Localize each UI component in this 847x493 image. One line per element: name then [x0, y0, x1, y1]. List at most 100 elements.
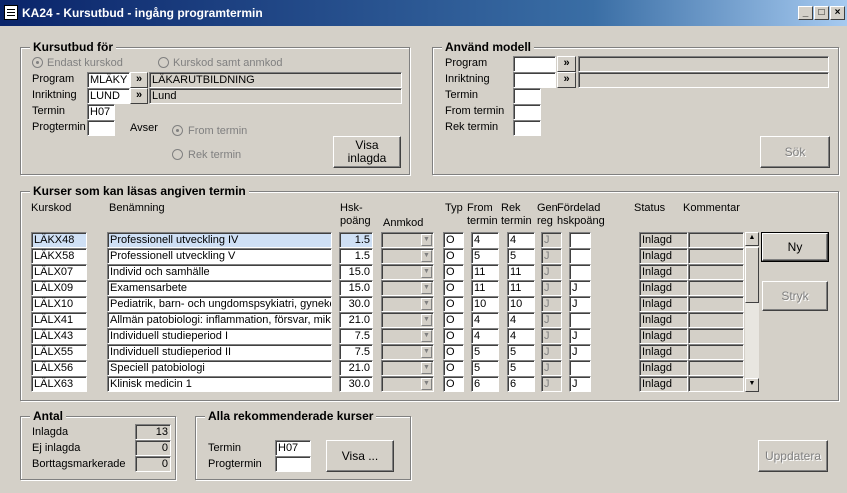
kurskod-cell[interactable]: LÄKX58 [31, 248, 87, 264]
benamning-cell[interactable]: Individ och samhälle [107, 264, 332, 280]
benamning-cell[interactable]: Speciell patobiologi [107, 360, 332, 376]
stryk-button[interactable]: Stryk [762, 281, 828, 311]
modell-program-code-field[interactable] [513, 56, 556, 72]
chevron-down-icon[interactable]: ▼ [421, 378, 432, 390]
kurskod-cell[interactable]: LÄLX10 [31, 296, 87, 312]
col-status: Status [634, 202, 666, 214]
radio-rek-termin[interactable] [172, 149, 183, 160]
modell-from-termin-field[interactable] [513, 104, 541, 120]
hskpoang-cell: 1.5 [339, 248, 373, 264]
close-button[interactable]: × [830, 6, 845, 20]
typ-cell: O [443, 376, 464, 392]
chevron-down-icon[interactable]: ▼ [421, 330, 432, 342]
radio-kurskod-samt-anmkod[interactable] [158, 57, 169, 68]
kommentar-cell[interactable] [688, 248, 744, 264]
visa-inlagda-button[interactable]: Visa inlagda [333, 136, 401, 168]
fordelad-cell [569, 264, 591, 280]
rek-termin-cell: 4 [507, 232, 535, 248]
rek-termin-cell: 11 [507, 280, 535, 296]
minimize-button[interactable]: _ [798, 6, 813, 20]
alla-termin-field[interactable]: H07 [275, 440, 311, 456]
modell-inriktning-lookup-button[interactable]: » [557, 72, 576, 88]
kurskod-cell[interactable]: LÄLX55 [31, 344, 87, 360]
antal-group-label: Antal [30, 409, 66, 423]
modell-rek-termin-field[interactable] [513, 120, 541, 136]
modell-termin-field[interactable] [513, 88, 541, 104]
kommentar-cell[interactable] [688, 296, 744, 312]
modell-inriktning-code-field[interactable] [513, 72, 556, 88]
inriktning-lookup-button[interactable]: » [130, 88, 148, 104]
benamning-cell[interactable]: Examensarbete [107, 280, 332, 296]
from-termin-cell: 10 [471, 296, 499, 312]
program-lookup-button[interactable]: » [130, 72, 148, 88]
kommentar-cell[interactable] [688, 312, 744, 328]
alla-progtermin-field[interactable] [275, 456, 311, 472]
genreg-cell: J [541, 264, 562, 280]
kommentar-cell[interactable] [688, 360, 744, 376]
program-label: Program [32, 73, 75, 85]
typ-cell: O [443, 296, 464, 312]
benamning-cell[interactable]: Individuell studieperiod I [107, 328, 332, 344]
modell-rek-termin-label: Rek termin [445, 121, 499, 133]
chevron-down-icon[interactable]: ▼ [421, 314, 432, 326]
radio-from-termin-label: From termin [188, 125, 248, 137]
sok-button[interactable]: Sök [760, 136, 830, 168]
col-typ: Typ [445, 202, 463, 214]
app-icon[interactable] [4, 5, 18, 20]
genreg-cell: J [541, 280, 562, 296]
fordelad-cell: J [569, 296, 591, 312]
termin-label: Termin [32, 105, 66, 117]
kurskod-cell[interactable]: LÄLX07 [31, 264, 87, 280]
chevron-down-icon[interactable]: ▼ [421, 346, 432, 358]
kurskod-cell[interactable]: LÄLX09 [31, 280, 87, 296]
scroll-up-button[interactable]: ▲ [745, 232, 759, 246]
program-code-field[interactable]: MLÄKY [87, 72, 130, 88]
chevron-down-icon[interactable]: ▼ [421, 282, 432, 294]
modell-program-lookup-button[interactable]: » [557, 56, 576, 72]
chevron-down-icon[interactable]: ▼ [421, 298, 432, 310]
chevron-down-icon[interactable]: ▼ [421, 234, 432, 246]
scroll-thumb[interactable] [745, 247, 759, 303]
fordelad-cell [569, 360, 591, 376]
progtermin-field[interactable] [87, 120, 115, 136]
typ-cell: O [443, 280, 464, 296]
benamning-cell[interactable]: Individuell studieperiod II [107, 344, 332, 360]
radio-endast-kurskod[interactable] [32, 57, 43, 68]
kurskod-cell[interactable]: LÄLX56 [31, 360, 87, 376]
kommentar-cell[interactable] [688, 344, 744, 360]
chevron-down-icon[interactable]: ▼ [421, 250, 432, 262]
from-termin-cell: 5 [471, 360, 499, 376]
inriktning-code-field[interactable]: LUND [87, 88, 130, 104]
kommentar-cell[interactable] [688, 232, 744, 248]
termin-field[interactable]: H07 [87, 104, 115, 120]
kommentar-cell[interactable] [688, 328, 744, 344]
kurskod-cell[interactable]: LÄKX48 [31, 232, 87, 248]
chevron-down-icon[interactable]: ▼ [421, 362, 432, 374]
scroll-down-button[interactable]: ▼ [745, 378, 759, 392]
col-from-1: From [467, 202, 493, 214]
benamning-cell[interactable]: Klinisk medicin 1 [107, 376, 332, 392]
kurskod-cell[interactable]: LÄLX63 [31, 376, 87, 392]
visa-button[interactable]: Visa ... [326, 440, 394, 472]
hskpoang-cell: 7.5 [339, 344, 373, 360]
radio-from-termin[interactable] [172, 125, 183, 136]
rek-termin-cell: 5 [507, 248, 535, 264]
fordelad-cell [569, 232, 591, 248]
kommentar-cell[interactable] [688, 264, 744, 280]
from-termin-cell: 4 [471, 232, 499, 248]
maximize-button[interactable]: □ [814, 6, 829, 20]
kurskod-cell[interactable]: LÄLX43 [31, 328, 87, 344]
benamning-cell[interactable]: Pediatrik, barn- och ungdomspsykiatri, g… [107, 296, 332, 312]
chevron-down-icon[interactable]: ▼ [421, 266, 432, 278]
kurskod-cell[interactable]: LÄLX41 [31, 312, 87, 328]
alla-progtermin-label: Progtermin [208, 458, 262, 470]
kommentar-cell[interactable] [688, 376, 744, 392]
benamning-cell[interactable]: Allmän patobiologi: inflammation, försva… [107, 312, 332, 328]
ny-button[interactable]: Ny [761, 232, 829, 262]
hskpoang-cell: 21.0 [339, 312, 373, 328]
uppdatera-button[interactable]: Uppdatera [758, 440, 828, 472]
benamning-cell[interactable]: Professionell utveckling IV [107, 232, 332, 248]
kommentar-cell[interactable] [688, 280, 744, 296]
alla-termin-label: Termin [208, 442, 242, 454]
benamning-cell[interactable]: Professionell utveckling V [107, 248, 332, 264]
